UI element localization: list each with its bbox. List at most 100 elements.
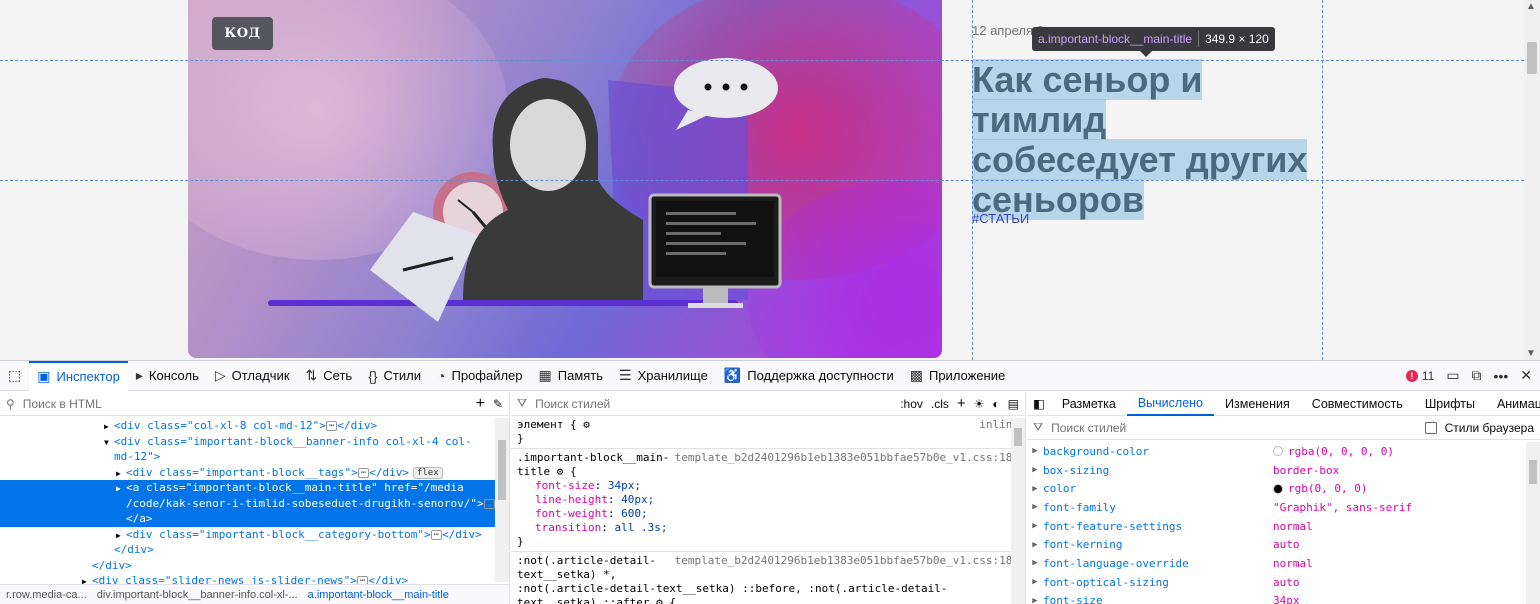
split-console-icon[interactable]: ▭ <box>1446 367 1459 384</box>
tab-network[interactable]: ⇅ Сеть <box>298 361 361 391</box>
flex-badge[interactable]: flex <box>412 466 443 479</box>
tab-profiler[interactable]: ◔ Профайлер <box>429 361 531 391</box>
computed-property-row[interactable]: ▶ font-language-override normal <box>1027 554 1540 573</box>
print-media-icon[interactable]: ▤ <box>1008 397 1019 411</box>
css-property[interactable]: line-height <box>535 493 608 506</box>
tab-layout[interactable]: Разметка <box>1051 392 1127 416</box>
close-icon[interactable]: ✕ <box>1520 367 1532 384</box>
tab-inspector[interactable]: ▣ Инспектор <box>29 360 128 391</box>
gear-icon[interactable]: ⚙ <box>557 465 564 478</box>
collapsed-content-icon[interactable]: ⋯ <box>483 498 496 509</box>
sidebar-toggle-icon[interactable]: ◧ <box>1027 392 1051 416</box>
cls-toggle[interactable]: .cls <box>931 397 949 411</box>
tab-computed[interactable]: Вычислено <box>1126 392 1215 416</box>
rule-source-link[interactable]: template_b2d2401296b1eb1383e051bbfae57b0… <box>675 554 1019 568</box>
hov-toggle[interactable]: :hov <box>900 397 923 411</box>
tab-console[interactable]: ▸ Консоль <box>128 361 207 391</box>
page-scrollbar[interactable]: ▲ ▼ <box>1524 0 1540 360</box>
more-options-icon[interactable]: ••• <box>1494 368 1509 384</box>
tab-storage[interactable]: ☰ Хранилище <box>611 361 716 391</box>
markup-node[interactable]: ▼ <div class="important-block__banner-inf… <box>0 434 509 450</box>
markup-node[interactable]: ▶ <div class="important-block__tags"> ⋯ </d… <box>0 465 509 481</box>
styles-search-input[interactable]: Поиск стилей <box>535 397 892 411</box>
tab-compatibility[interactable]: Совместимость <box>1301 392 1414 416</box>
css-value[interactable]: 600; <box>621 507 648 520</box>
computed-property-row[interactable]: ▶ font-kerning auto <box>1027 535 1540 554</box>
computed-property-row[interactable]: ▶ font-optical-sizing auto <box>1027 573 1540 592</box>
article-category-link[interactable]: #СТАТЬИ <box>972 211 1029 226</box>
dock-options-icon[interactable]: ⧉ <box>1472 367 1482 384</box>
markup-node[interactable]: </div> <box>0 558 509 574</box>
html-search-input[interactable]: Поиск в HTML <box>23 397 468 411</box>
markup-node[interactable]: md-12"> <box>0 449 509 465</box>
computed-property-row[interactable]: ▶ color rgb(0, 0, 0) <box>1027 479 1540 498</box>
expand-arrow-icon[interactable]: ▶ <box>1027 446 1043 456</box>
css-value[interactable]: 34px; <box>608 479 641 492</box>
collapsed-content-icon[interactable]: ⋯ <box>357 467 370 478</box>
light-theme-icon[interactable]: ☀ <box>974 397 985 411</box>
css-value[interactable]: 40px; <box>621 493 654 506</box>
scrollbar-thumb[interactable] <box>1527 42 1537 74</box>
browser-styles-checkbox[interactable] <box>1424 421 1437 434</box>
add-rule-icon[interactable]: + <box>957 395 966 412</box>
breadcrumb-item[interactable]: div.important-block__banner-info.col-xl-… <box>97 589 298 601</box>
gear-icon[interactable]: ⚙ <box>583 418 590 431</box>
collapsed-content-icon[interactable]: ⋯ <box>430 529 443 540</box>
markup-node[interactable]: ▶ <div class="col-xl-8 col-md-12"> ⋯ </div> <box>0 418 509 434</box>
computed-property-row[interactable]: ▶ background-color rgba(0, 0, 0, 0) <box>1027 442 1540 461</box>
markup-node[interactable]: </div> <box>0 542 509 558</box>
css-value[interactable]: all .3s; <box>614 521 667 534</box>
tab-fonts[interactable]: Шрифты <box>1414 392 1486 416</box>
css-declaration[interactable]: line-height: 40px; <box>517 493 1019 507</box>
markup-node[interactable]: </a> <box>0 511 509 527</box>
scrollbar-thumb[interactable] <box>1014 428 1022 446</box>
expand-arrow-icon[interactable]: ▶ <box>1027 540 1043 550</box>
rules-scrollbar[interactable] <box>1011 418 1025 604</box>
markup-scrollbar[interactable] <box>495 418 509 582</box>
expand-arrow-icon[interactable]: ▶ <box>1027 484 1043 494</box>
tab-style-editor[interactable]: {} Стили <box>360 361 429 391</box>
computed-property-row[interactable]: ▶ font-size 34px <box>1027 592 1540 604</box>
scroll-up-icon[interactable]: ▲ <box>1526 1 1536 12</box>
computed-property-row[interactable]: ▶ font-feature-settings normal <box>1027 517 1540 536</box>
scroll-down-icon[interactable]: ▼ <box>1526 348 1536 359</box>
scrollbar-thumb[interactable] <box>498 440 506 500</box>
scrollbar-thumb[interactable] <box>1529 460 1537 484</box>
css-declaration[interactable]: transition: all .3s; <box>517 521 1019 535</box>
expand-arrow-icon[interactable]: ▶ <box>1027 596 1043 604</box>
markup-node[interactable]: /code/kak-senor-i-timlid-sobeseduet-drug… <box>0 495 509 511</box>
article-banner-image[interactable]: КОД <box>188 0 942 358</box>
css-property[interactable]: font-weight <box>535 507 608 520</box>
expand-arrow-icon[interactable]: ▶ <box>1027 577 1043 587</box>
tab-debugger[interactable]: ▷ Отладчик <box>207 361 298 391</box>
article-title-link[interactable]: Как сеньор и тимлид собеседует других се… <box>972 59 1332 220</box>
css-declaration[interactable]: font-size: 34px; <box>517 479 1019 493</box>
collapse-arrow-icon[interactable]: ▶ <box>104 419 114 435</box>
css-property[interactable]: font-size <box>535 479 595 492</box>
color-swatch[interactable] <box>1273 483 1283 494</box>
computed-scrollbar[interactable] <box>1526 442 1540 604</box>
tab-accessibility[interactable]: ♿ Поддержка доступности <box>716 361 902 391</box>
css-declaration[interactable]: font-weight: 600; <box>517 507 1019 521</box>
gear-icon[interactable]: ⚙ <box>656 596 663 604</box>
tab-memory[interactable]: ▦ Память <box>531 361 612 391</box>
breadcrumb-item[interactable]: a.important-block__main-title <box>308 589 449 601</box>
tab-changes[interactable]: Изменения <box>1214 392 1301 416</box>
tab-application[interactable]: ▩ Приложение <box>902 361 1013 391</box>
rule-source-link[interactable]: template_b2d2401296b1eb1383e051bbfae57b0… <box>675 451 1019 465</box>
computed-property-row[interactable]: ▶ box-sizing border-box <box>1027 461 1540 480</box>
tag-button[interactable]: КОД <box>212 17 273 50</box>
element-picker-button[interactable]: ⬚ <box>0 361 29 391</box>
expand-arrow-icon[interactable]: ▶ <box>1027 558 1043 568</box>
collapsed-content-icon[interactable]: ⋯ <box>325 421 338 431</box>
error-count-button[interactable]: ! 11 <box>1405 369 1434 383</box>
dark-theme-icon[interactable]: ◐ <box>992 397 999 411</box>
color-swatch[interactable] <box>1273 446 1283 457</box>
markup-node[interactable]: ▶ <div class="important-block__category-b… <box>0 527 509 543</box>
computed-property-row[interactable]: ▶ font-family "Graphik", sans-serif <box>1027 498 1540 517</box>
expand-arrow-icon[interactable]: ▶ <box>1027 502 1043 512</box>
markup-node[interactable]: ▶ <a class="important-block__main-title" … <box>0 480 509 496</box>
breadcrumb-item[interactable]: r.row.media-ca... <box>6 589 87 601</box>
expand-arrow-icon[interactable]: ▼ <box>104 435 114 451</box>
tab-animations[interactable]: Анимаци <box>1486 392 1540 416</box>
